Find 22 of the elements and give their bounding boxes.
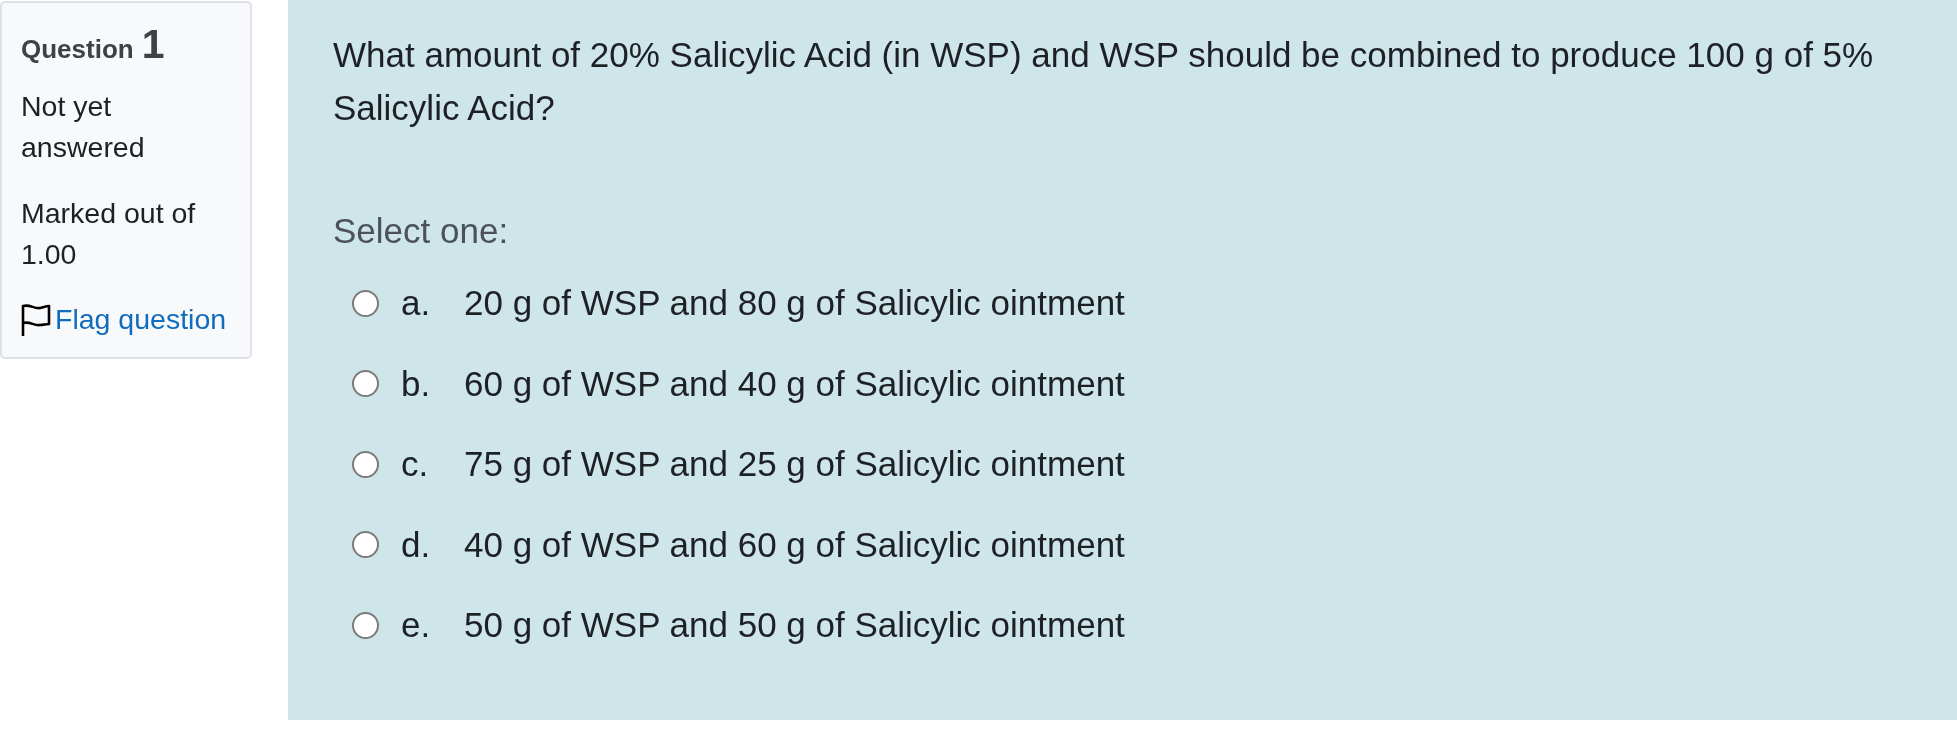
radio-button[interactable] — [352, 370, 379, 398]
radio-button[interactable] — [352, 450, 379, 478]
radio-button[interactable] — [352, 611, 379, 639]
flag-question-link[interactable]: Flag question — [21, 299, 227, 341]
radio-button[interactable] — [352, 531, 379, 559]
option-letter: a. — [401, 282, 432, 325]
option-letter: c. — [401, 443, 430, 486]
option-letter: e. — [401, 604, 432, 647]
option-label[interactable]: 60 g of WSP and 40 g of Salicylic ointment — [464, 360, 1125, 407]
option-label[interactable]: 75 g of WSP and 25 g of Salicylic ointment — [464, 441, 1125, 488]
select-prompt: Select one: — [333, 210, 510, 252]
question-marks: Marked out of 1.00 — [21, 196, 197, 273]
radio-button[interactable] — [352, 289, 379, 317]
question-state: Not yet answered — [21, 89, 146, 166]
question-label: Question — [21, 35, 134, 65]
option-label[interactable]: 50 g of WSP and 50 g of Salicylic ointment — [464, 602, 1125, 649]
option-letter: b. — [401, 362, 432, 405]
option-label[interactable]: 20 g of WSP and 80 g of Salicylic ointment — [464, 280, 1125, 327]
option-label[interactable]: 40 g of WSP and 60 g of Salicylic ointment — [464, 521, 1125, 568]
question-number: 1 — [141, 21, 165, 69]
question-text: What amount of 20% Salicylic Acid (in WSP) and WSP should be combined to produce 100 g of 5% Salicylic Acid? — [333, 34, 1875, 129]
option-letter: d. — [401, 523, 432, 566]
